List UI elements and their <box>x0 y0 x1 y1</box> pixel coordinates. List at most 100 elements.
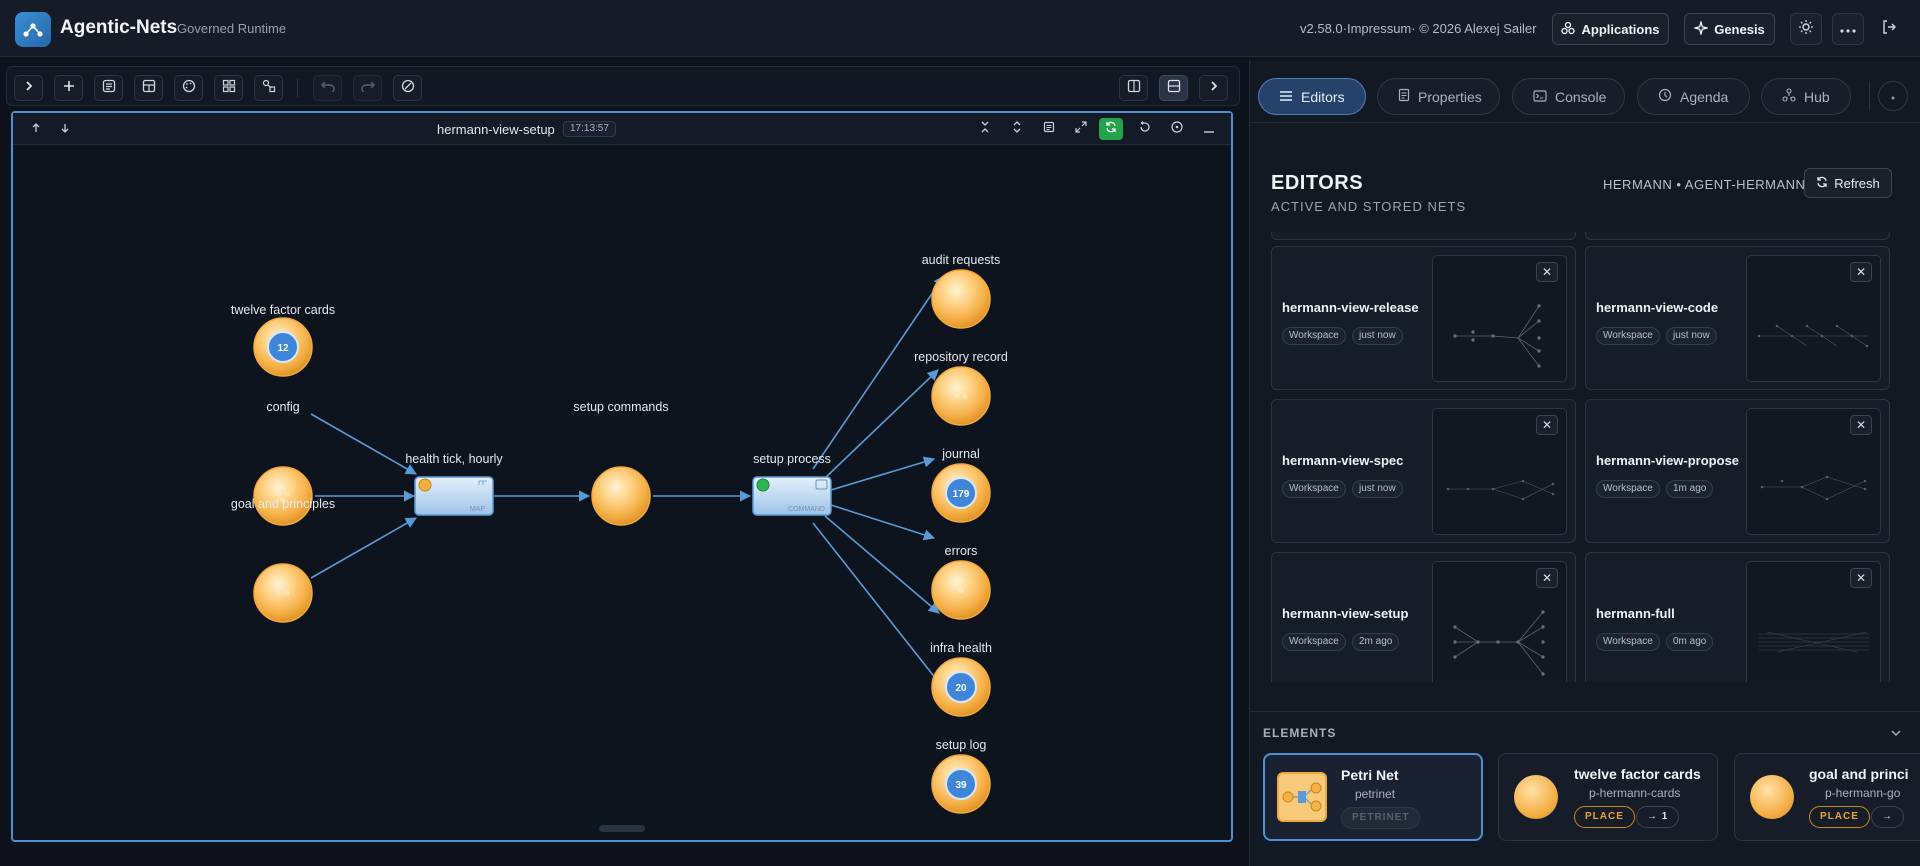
workspace-chip: Workspace <box>1596 633 1660 651</box>
transition-kind: MAP <box>470 506 486 513</box>
refresh-icon <box>1816 176 1828 191</box>
element-id: p-hermann-cards <box>1589 786 1681 800</box>
chevron-right-icon <box>1209 79 1219 97</box>
element-type-tag: PLACE <box>1574 806 1635 828</box>
place[interactable]: infra health 20 <box>930 641 992 717</box>
elements-section-header[interactable]: ELEMENTS <box>1250 711 1920 741</box>
editor-card[interactable]: hermann-full Workspace 0m ago ✕ <box>1585 552 1890 682</box>
editor-card[interactable]: hermann-view-setup Workspace 2m ago ✕ <box>1271 552 1576 682</box>
theme-toggle-button[interactable] <box>1790 13 1822 45</box>
undo-button[interactable] <box>313 75 342 101</box>
workspace-chip: Workspace <box>1596 480 1660 498</box>
tab-divider <box>1869 81 1870 111</box>
editor-card-name: hermann-view-setup <box>1282 606 1409 621</box>
arc[interactable] <box>824 369 939 479</box>
element-name: goal and princi <box>1809 766 1909 782</box>
place[interactable]: errors <box>931 544 991 620</box>
place[interactable]: journal 179 <box>931 447 991 523</box>
logout-button[interactable] <box>1873 13 1905 45</box>
editor-card[interactable]: hermann-view-spec Workspace just now ✕ <box>1271 399 1576 543</box>
workspace-chip: Workspace <box>1282 327 1346 345</box>
editors-subheading: ACTIVE AND STORED NETS <box>1271 199 1467 214</box>
workspace-chip: Workspace <box>1596 327 1660 345</box>
element-card-place[interactable]: goal and princi p-hermann-go PLACE → <box>1734 753 1920 841</box>
place[interactable]: repository record <box>914 350 1008 426</box>
version-text[interactable]: v2.58.0·Impressum· © 2026 Alexej Sailer <box>1300 21 1536 36</box>
tab-more-button[interactable] <box>1878 81 1908 111</box>
menu-icon <box>1279 89 1293 105</box>
tab-properties[interactable]: Properties <box>1377 78 1500 115</box>
place[interactable]: twelve factor cards 12 <box>231 303 335 377</box>
grid-icon <box>222 79 236 98</box>
close-icon: ✕ <box>1855 418 1867 432</box>
elements-heading: ELEMENTS <box>1263 726 1337 740</box>
workspace-chip: Workspace <box>1282 480 1346 498</box>
split-horizontal-button[interactable] <box>1159 75 1188 101</box>
app-logo-icon[interactable] <box>15 12 51 47</box>
arc[interactable] <box>812 275 945 470</box>
arc[interactable] <box>830 456 936 491</box>
place[interactable]: setup log 39 <box>931 738 991 814</box>
more-menu-button[interactable] <box>1832 13 1864 45</box>
tab-editors[interactable]: Editors <box>1258 78 1366 115</box>
place-orb-icon <box>1514 775 1558 819</box>
editor-card-name: hermann-view-release <box>1282 300 1419 315</box>
side-tabs: Editors Properties Console Agenda Hub <box>1250 60 1920 123</box>
tab-label: Console <box>1555 88 1607 105</box>
close-editor-button[interactable]: ✕ <box>1536 415 1558 435</box>
tab-hub[interactable]: Hub <box>1761 78 1851 115</box>
arc[interactable] <box>824 515 940 614</box>
connect-button[interactable] <box>254 75 283 101</box>
tab-label: Hub <box>1804 88 1830 105</box>
redo-button[interactable] <box>353 75 382 101</box>
close-editor-button[interactable]: ✕ <box>1850 568 1872 588</box>
tab-console[interactable]: Console <box>1512 78 1625 115</box>
petri-net-graph[interactable]: twelve factor cards 12 config goal and p… <box>13 113 1231 840</box>
token-count: 179 <box>953 489 970 500</box>
close-editor-button[interactable]: ✕ <box>1536 262 1558 282</box>
editors-heading: EDITORS <box>1271 172 1364 194</box>
tab-agenda[interactable]: Agenda <box>1637 78 1750 115</box>
place-label: twelve factor cards <box>231 303 335 317</box>
editor-card[interactable]: hermann-view-code Workspace just now ✕ <box>1585 246 1890 390</box>
place-label: audit requests <box>922 253 1001 267</box>
palette-button[interactable] <box>174 75 203 101</box>
editor-card[interactable]: hermann-view-release Workspace just now … <box>1271 246 1576 390</box>
disable-button[interactable] <box>393 75 422 101</box>
editor-card[interactable]: hermann-view-propose Workspace 1m ago ✕ <box>1585 399 1890 543</box>
owner-label: HERMANN • AGENT-HERMANN <box>1603 177 1806 192</box>
logout-icon <box>1881 19 1897 40</box>
collapse-right-button[interactable] <box>1199 75 1228 101</box>
split-vertical-button[interactable] <box>1119 75 1148 101</box>
element-card-petrinet[interactable]: Petri Net petrinet PETRINET <box>1263 753 1483 841</box>
applications-button[interactable]: Applications <box>1552 13 1669 45</box>
transition-map[interactable]: health tick, hourly MAP <box>405 452 503 516</box>
place[interactable]: audit requests <box>922 253 1001 329</box>
arc[interactable] <box>830 504 936 541</box>
arc[interactable] <box>812 522 945 690</box>
status-dot <box>418 478 432 492</box>
redo-icon <box>360 79 375 97</box>
expand-sidebar-button[interactable] <box>14 75 43 101</box>
token-count: 12 <box>277 343 289 354</box>
genesis-button[interactable]: Genesis <box>1684 13 1775 45</box>
close-editor-button[interactable]: ✕ <box>1536 568 1558 588</box>
add-button[interactable] <box>54 75 83 101</box>
arc[interactable] <box>310 517 417 579</box>
grid-button[interactable] <box>214 75 243 101</box>
close-editor-button[interactable]: ✕ <box>1850 415 1872 435</box>
close-editor-button[interactable]: ✕ <box>1850 262 1872 282</box>
transition-label: setup process <box>753 452 831 466</box>
arc[interactable] <box>310 413 417 475</box>
element-type-tag: PETRINET <box>1341 807 1421 829</box>
net-canvas[interactable]: hermann-view-setup 17:13:57 twelve facto… <box>11 111 1233 842</box>
refresh-button[interactable]: Refresh <box>1804 168 1892 198</box>
element-card-place[interactable]: twelve factor cards p-hermann-cards PLAC… <box>1498 753 1718 841</box>
list-button[interactable] <box>94 75 123 101</box>
scroll-handle[interactable] <box>599 825 645 832</box>
arc-count-tag: → 1 <box>1636 806 1680 828</box>
layout-button[interactable] <box>134 75 163 101</box>
nodes-link-icon <box>262 79 276 98</box>
transition-command[interactable]: setup process COMMAND <box>752 452 832 516</box>
place[interactable]: setup commands <box>573 400 669 526</box>
